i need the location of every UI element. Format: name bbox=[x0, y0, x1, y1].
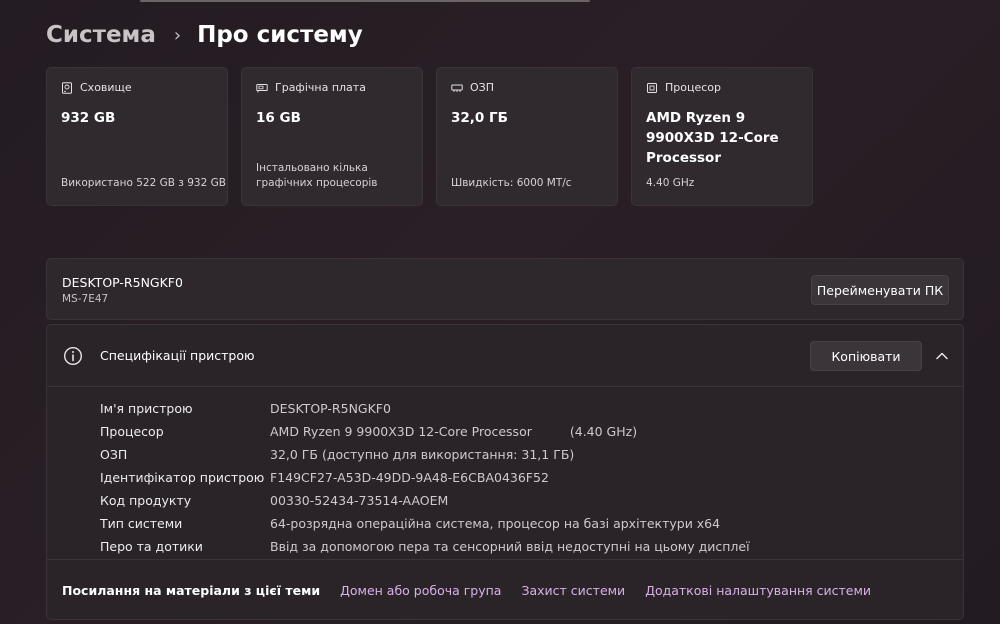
storage-card-title: Сховище bbox=[80, 81, 132, 94]
device-model: MS-7E47 bbox=[62, 293, 109, 305]
device-name: DESKTOP-R5NGKF0 bbox=[62, 275, 183, 290]
spec-value: 00330-52434-73514-AAOEM bbox=[270, 493, 449, 508]
hard-drive-icon bbox=[62, 81, 72, 94]
gpu-card-sub: Інстальовано кілька графічних процесорів bbox=[256, 162, 378, 189]
breadcrumb-parent[interactable]: Система bbox=[46, 22, 156, 48]
spec-label: Тип системи bbox=[100, 516, 183, 531]
ram-card-value: 32,0 ГБ bbox=[451, 110, 508, 126]
link-system-protection[interactable]: Захист системи bbox=[521, 583, 625, 598]
gpu-card-value: 16 GB bbox=[256, 110, 301, 126]
processor-icon bbox=[647, 82, 657, 93]
ram-card[interactable]: ОЗП 32,0 ГБ Швидкість: 6000 МТ/с bbox=[436, 67, 618, 206]
spec-value: AMD Ryzen 9 9900X3D 12-Core Processor bbox=[270, 424, 532, 439]
ram-card-sub: Швидкість: 6000 МТ/с bbox=[451, 177, 572, 189]
rename-pc-button[interactable]: Перейменувати ПК bbox=[811, 275, 949, 305]
spec-label: Код продукту bbox=[100, 493, 192, 508]
spec-row-ram: ОЗП 32,0 ГБ (доступно для використання: … bbox=[100, 443, 750, 466]
spec-label: Ім'я пристрою bbox=[100, 401, 193, 416]
spec-value: DESKTOP-R5NGKF0 bbox=[270, 401, 391, 416]
storage-card-value: 932 GB bbox=[61, 110, 116, 126]
copy-specs-button[interactable]: Копіювати bbox=[810, 341, 922, 371]
gpu-card-title: Графічна плата bbox=[275, 81, 366, 94]
memory-icon bbox=[451, 84, 463, 92]
storage-card-sub: Використано 522 GB з 932 GB bbox=[61, 177, 226, 189]
cpu-card[interactable]: Процесор AMD Ryzen 9 9900X3D 12-Core Pro… bbox=[631, 67, 813, 206]
link-domain-workgroup[interactable]: Домен або робоча група bbox=[340, 583, 501, 598]
spec-value: 64-розрядна операційна система, процесор… bbox=[270, 516, 721, 531]
storage-card[interactable]: Сховище 932 GB Використано 522 GB з 932 … bbox=[46, 67, 228, 206]
spec-row-processor: Процесор AMD Ryzen 9 9900X3D 12-Core Pro… bbox=[100, 420, 750, 443]
spec-row-device-id: Ідентифікатор пристрою F149CF27-A53D-49D… bbox=[100, 466, 750, 489]
page-title: Про систему bbox=[197, 22, 363, 48]
spec-value: 32,0 ГБ (доступно для використання: 31,1… bbox=[270, 447, 575, 462]
spec-label: Ідентифікатор пристрою bbox=[100, 470, 265, 485]
device-specs-list: Ім'я пристрою DESKTOP-R5NGKF0 Процесор A… bbox=[100, 397, 750, 558]
ram-card-title: ОЗП bbox=[470, 81, 494, 94]
cpu-card-title: Процесор bbox=[665, 81, 721, 94]
chevron-up-icon[interactable] bbox=[935, 349, 949, 363]
spec-value: Ввід за допомогою пера та сенсорний ввід… bbox=[270, 539, 750, 554]
related-links-bar: Посилання на матеріали з цієї теми Домен… bbox=[47, 559, 963, 621]
device-specs-title: Специфікації пристрою bbox=[100, 348, 255, 363]
spec-row-system-type: Тип системи 64-розрядна операційна систе… bbox=[100, 512, 750, 535]
window-top-edge bbox=[140, 0, 590, 2]
spec-row-product-id: Код продукту 00330-52434-73514-AAOEM bbox=[100, 489, 750, 512]
spec-value-extra: (4.40 GHz) bbox=[569, 424, 638, 439]
info-icon bbox=[63, 346, 83, 366]
spec-label: Процесор bbox=[100, 424, 164, 439]
chevron-right-icon: › bbox=[173, 24, 182, 46]
spec-row-device-name: Ім'я пристрою DESKTOP-R5NGKF0 bbox=[100, 397, 750, 420]
breadcrumb: Система › Про систему bbox=[46, 18, 363, 52]
link-advanced-system-settings[interactable]: Додаткові налаштування системи bbox=[645, 583, 871, 598]
device-specs-header[interactable]: Специфікації пристрою Копіювати bbox=[47, 325, 963, 387]
spec-value: F149CF27-A53D-49DD-9A48-E6CBA0436F52 bbox=[270, 470, 549, 485]
gpu-card[interactable]: Графічна плата 16 GB Інстальовано кілька… bbox=[241, 67, 423, 206]
spec-row-pen-touch: Перо та дотики Ввід за допомогою пера та… bbox=[100, 535, 750, 558]
cpu-card-sub: 4.40 GHz bbox=[646, 177, 695, 189]
device-specs-panel: Специфікації пристрою Копіювати Ім'я при… bbox=[46, 324, 964, 620]
related-links-title: Посилання на матеріали з цієї теми bbox=[62, 583, 321, 598]
graphics-card-icon bbox=[256, 83, 268, 92]
cpu-card-value: AMD Ryzen 9 9900X3D 12-Core Processor bbox=[646, 110, 779, 166]
spec-label: Перо та дотики bbox=[100, 539, 203, 554]
device-name-section: DESKTOP-R5NGKF0 MS-7E47 Перейменувати ПК bbox=[46, 258, 964, 320]
spec-label: ОЗП bbox=[100, 447, 128, 462]
